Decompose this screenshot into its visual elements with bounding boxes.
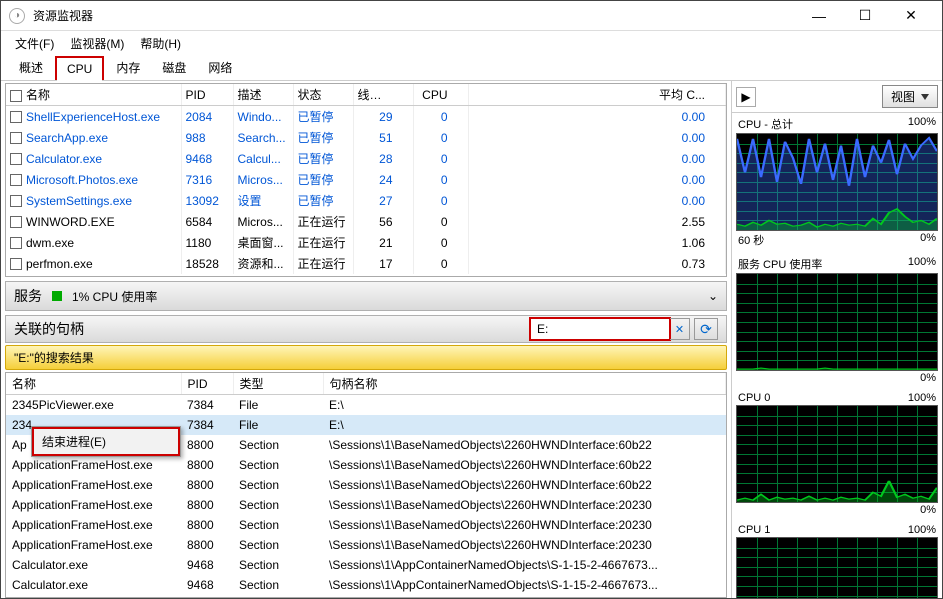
chart-canvas [736, 405, 938, 503]
col-name[interactable]: 名称 [6, 84, 181, 106]
handles-panel: 名称 PID 类型 句柄名称 2345PicViewer.exe7384File… [5, 372, 727, 598]
close-button[interactable]: ✕ [888, 1, 934, 31]
context-end-process[interactable]: 结束进程(E) [32, 427, 180, 456]
chart-max: 100% [908, 392, 936, 404]
services-label: 服务 [14, 286, 42, 306]
row-checkbox[interactable] [10, 258, 22, 270]
process-row[interactable]: perfmon.exe18528资源和...正在运行1700.73 [6, 253, 726, 274]
expand-icon[interactable]: ⌄ [708, 289, 718, 303]
services-header[interactable]: 服务 1% CPU 使用率 ⌄ [5, 281, 727, 311]
chart-canvas [736, 273, 938, 371]
row-checkbox[interactable] [10, 111, 22, 123]
col-pid[interactable]: PID [181, 84, 233, 106]
col-avg[interactable]: 平均 C... [468, 84, 726, 106]
search-result-bar: "E:"的搜索结果 [5, 345, 727, 370]
menu-help[interactable]: 帮助(H) [134, 33, 187, 54]
hcol-type[interactable]: 类型 [233, 373, 323, 395]
process-row[interactable]: SystemSettings.exe13092设置已暂停2700.00 [6, 190, 726, 211]
chart-min: 0% [920, 372, 936, 384]
handle-row[interactable]: ApplicationFrameHost.exe8800Section\Sess… [6, 515, 726, 535]
checkbox-all[interactable] [10, 90, 22, 102]
chart-xlabel: 60 秒 [738, 232, 764, 248]
col-cpu[interactable]: CPU [413, 84, 468, 106]
handle-row[interactable]: ApplicationFrameHost.exe8800Section\Sess… [6, 535, 726, 555]
maximize-button[interactable]: ☐ [842, 1, 888, 31]
process-row[interactable]: Calculator.exe9468Calcul...已暂停2800.00 [6, 148, 726, 169]
view-dropdown[interactable]: 视图 [882, 85, 938, 108]
services-indicator-icon [52, 291, 62, 301]
menu-monitor[interactable]: 监视器(M) [64, 33, 130, 54]
services-usage: 1% CPU 使用率 [72, 288, 157, 305]
col-desc[interactable]: 描述 [233, 84, 293, 106]
chart-title: 服务 CPU 使用率 [738, 256, 822, 272]
handle-row[interactable]: ApplicationFrameHost.exe8800Section\Sess… [6, 475, 726, 495]
handles-header: 关联的句柄 ✕ ⟳ [5, 315, 727, 343]
collapse-button[interactable]: ▶ [736, 87, 756, 107]
hcol-hname[interactable]: 句柄名称 [323, 373, 726, 395]
chart-title: CPU - 总计 [738, 116, 793, 132]
tab-memory[interactable]: 内存 [106, 55, 150, 80]
clear-search-button[interactable]: ✕ [670, 318, 690, 340]
handle-row[interactable]: ApplicationFrameHost.exe8800Section\Sess… [6, 495, 726, 515]
window-title: 资源监视器 [33, 7, 796, 24]
row-checkbox[interactable] [10, 174, 22, 186]
chart-canvas [736, 133, 938, 231]
view-label: 视图 [891, 88, 915, 105]
context-menu: 结束进程(E) [31, 426, 181, 457]
process-panel: 名称 PID 描述 状态 线程数 CPU 平均 C... ShellExperi [5, 83, 727, 277]
menu-file[interactable]: 文件(F) [9, 33, 60, 54]
chart-max: 100% [908, 116, 936, 132]
chart-min: 0% [920, 232, 936, 248]
chart-max: 100% [908, 256, 936, 272]
row-checkbox[interactable] [10, 195, 22, 207]
row-checkbox[interactable] [10, 216, 22, 228]
handle-row[interactable]: Calculator.exe9468Section\Sessions\1\App… [6, 575, 726, 595]
tab-overview[interactable]: 概述 [9, 55, 53, 80]
tab-disk[interactable]: 磁盘 [152, 55, 196, 80]
tab-cpu[interactable]: CPU [55, 56, 104, 80]
chart-2: CPU 0 100% 0% [736, 391, 938, 517]
chart-0: CPU - 总计 100% 60 秒 0% [736, 115, 938, 249]
app-icon: ◑ [9, 8, 25, 24]
handle-row[interactable]: ApplicationFrameHost.exe8800Section\Sess… [6, 455, 726, 475]
chart-canvas [736, 537, 938, 598]
hcol-name[interactable]: 名称 [6, 373, 181, 395]
chart-min: 0% [920, 504, 936, 516]
minimize-button[interactable]: — [796, 1, 842, 31]
chart-max: 100% [908, 524, 936, 536]
titlebar: ◑ 资源监视器 — ☐ ✕ [1, 1, 942, 31]
process-row[interactable]: dwm.exe1180桌面窗...正在运行2101.06 [6, 232, 726, 253]
chart-1: 服务 CPU 使用率 100% 0% [736, 255, 938, 385]
tab-network[interactable]: 网络 [198, 55, 242, 80]
handles-label: 关联的句柄 [14, 319, 84, 339]
row-checkbox[interactable] [10, 132, 22, 144]
col-status[interactable]: 状态 [293, 84, 353, 106]
chart-title: CPU 1 [738, 524, 770, 536]
process-row[interactable]: WINWORD.EXE6584Micros...正在运行5602.55 [6, 211, 726, 232]
process-row[interactable]: ShellExperienceHost.exe2084Windo...已暂停29… [6, 106, 726, 127]
handles-search-input[interactable] [530, 318, 670, 340]
process-row[interactable]: Microsoft.Photos.exe7316Micros...已暂停2400… [6, 169, 726, 190]
chart-title: CPU 0 [738, 392, 770, 404]
col-threads[interactable]: 线程数 [353, 84, 413, 106]
handle-row[interactable]: 2345PicViewer.exe7384FileE:\ [6, 395, 726, 415]
menubar: 文件(F) 监视器(M) 帮助(H) [1, 31, 942, 55]
handle-row[interactable]: Calculator.exe9468Section\Sessions\1\App… [6, 555, 726, 575]
chart-3: CPU 1 100% [736, 523, 938, 598]
right-top-bar: ▶ 视图 [732, 81, 942, 113]
row-checkbox[interactable] [10, 153, 22, 165]
refresh-button[interactable]: ⟳ [694, 318, 718, 340]
tabbar: 概述 CPU 内存 磁盘 网络 [1, 55, 942, 81]
process-row[interactable]: SearchApp.exe988Search...已暂停5100.00 [6, 127, 726, 148]
caret-down-icon [921, 94, 929, 100]
hcol-pid[interactable]: PID [181, 373, 233, 395]
row-checkbox[interactable] [10, 237, 22, 249]
